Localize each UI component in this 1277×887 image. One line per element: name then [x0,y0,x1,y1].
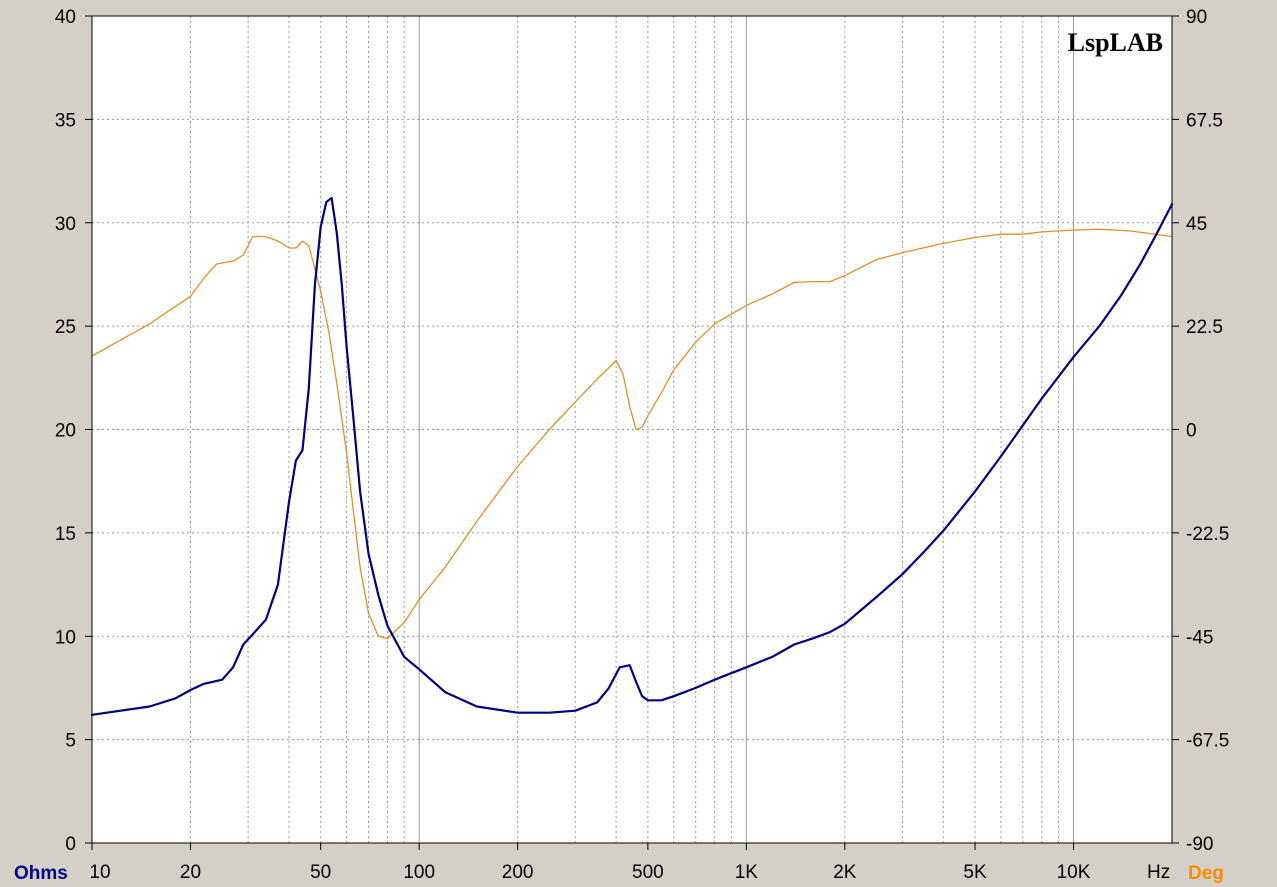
left-tick-label: 20 [55,421,76,442]
x-axis-unit: Hz [1147,862,1170,883]
x-tick-label: 1K [735,862,759,883]
x-tick-label: 20 [180,862,201,883]
watermark-logo: LspLAB [1068,28,1163,57]
left-tick-label: 5 [65,731,76,752]
right-tick-label: -22.5 [1186,524,1229,545]
x-tick-label: 200 [502,862,534,883]
left-tick-label: 30 [55,214,76,235]
left-axis-label: Ohms [14,863,68,884]
right-tick-label: 45 [1186,214,1207,235]
right-tick-label: 67.5 [1186,110,1223,131]
x-tick-label: 500 [632,862,664,883]
x-tick-label: 10K [1057,862,1091,883]
right-tick-label: 90 [1186,7,1207,28]
x-tick-label: 50 [310,862,331,883]
left-tick-label: 10 [55,627,76,648]
x-tick-label: 5K [963,862,987,883]
right-tick-label: -90 [1186,834,1213,855]
left-tick-label: 15 [55,524,76,545]
right-axis-label: Deg [1188,863,1224,884]
x-tick-label: 2K [833,862,857,883]
right-tick-label: 0 [1186,421,1197,442]
impedance-phase-chart: 0 5 10 15 20 25 30 35 40 -90 -67.5 -45 -22.5 0 22.5 45… [0,0,1277,887]
left-tick-label: 25 [55,317,76,338]
x-tick-label: 10 [89,862,110,883]
x-tick-label: 100 [403,862,435,883]
left-tick-label: 40 [55,7,76,28]
right-tick-label: -45 [1186,627,1213,648]
right-tick-label: -67.5 [1186,731,1229,752]
left-tick-label: 0 [65,834,76,855]
left-tick-label: 35 [55,110,76,131]
right-tick-label: 22.5 [1186,317,1223,338]
